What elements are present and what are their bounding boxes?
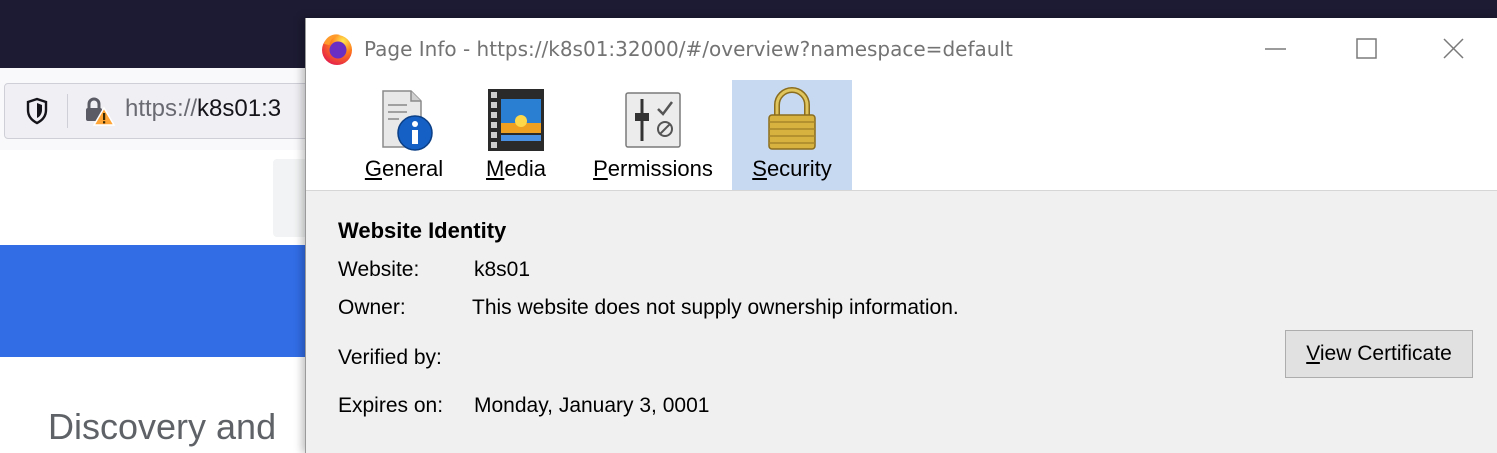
expires-on-value: Monday, January 3, 0001 <box>474 394 710 417</box>
url-host: k8s01:3 <box>197 95 282 122</box>
dialog-titlebar[interactable]: Page Info - https://k8s01:32000/#/overvi… <box>306 18 1497 80</box>
padlock-icon <box>768 87 816 150</box>
url-separator <box>67 94 68 128</box>
permissions-icon <box>625 92 681 148</box>
url-prefix: https:// <box>125 95 198 122</box>
insecure-lock-icon[interactable] <box>83 96 115 126</box>
dialog-title: Page Info - https://k8s01:32000/#/overvi… <box>364 37 1013 61</box>
page-heading: Discovery and <box>48 406 277 447</box>
tab-general-label: General <box>364 156 444 181</box>
tab-general[interactable]: General <box>354 80 454 190</box>
tab-media[interactable]: Media <box>474 80 558 190</box>
verified-by-label: Verified by: <box>338 346 442 369</box>
website-identity-heading: Website Identity <box>338 218 507 243</box>
page-banner <box>0 245 310 357</box>
minimize-button[interactable] <box>1231 18 1321 80</box>
tab-security[interactable]: Security <box>732 80 852 190</box>
page-info-dialog: Page Info - https://k8s01:32000/#/overvi… <box>305 18 1497 453</box>
firefox-logo-icon <box>322 34 352 65</box>
media-icon <box>488 89 544 151</box>
url-text: https://k8s01:3 <box>125 95 281 123</box>
url-bar[interactable]: https://k8s01:3 <box>4 83 326 139</box>
owner-value: This website does not supply ownership i… <box>472 296 959 319</box>
website-value: k8s01 <box>474 258 531 281</box>
website-label: Website: <box>338 258 420 281</box>
browser-navbar: https://k8s01:3 <box>0 68 326 151</box>
expires-on-label: Expires on: <box>338 394 444 417</box>
tracking-protection-icon[interactable] <box>25 97 49 125</box>
tab-permissions[interactable]: Permissions <box>578 80 728 190</box>
info-icon <box>382 90 433 151</box>
tab-media-label: Media <box>486 156 546 181</box>
tab-permissions-label: Permissions <box>593 156 713 181</box>
tab-security-label: Security <box>752 156 832 181</box>
page-info-tabs: General Media Permissions Security <box>306 80 1497 191</box>
close-button[interactable] <box>1408 18 1497 80</box>
view-certificate-button[interactable]: View Certificate <box>1285 330 1473 378</box>
maximize-button[interactable] <box>1322 18 1412 80</box>
owner-label: Owner: <box>338 296 406 319</box>
